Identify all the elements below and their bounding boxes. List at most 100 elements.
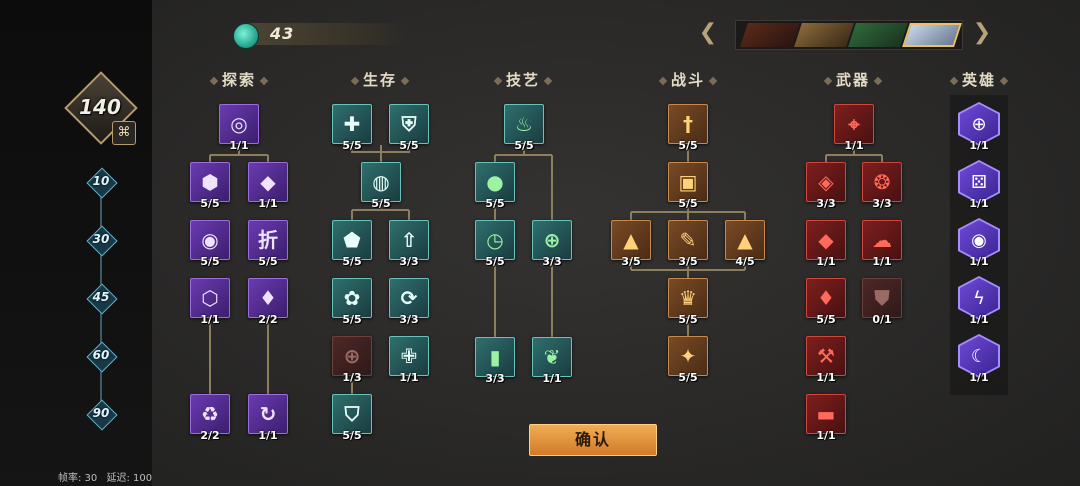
- node-combat-sword[interactable]: †: [668, 104, 708, 144]
- dice-icon: ⚄: [971, 171, 987, 193]
- node-explore-coin[interactable]: ⬢: [190, 162, 230, 202]
- rank-gem-icon: ♦: [817, 286, 835, 310]
- regen-orb-icon: ◍: [372, 170, 390, 194]
- gem-icon: [233, 23, 259, 49]
- pencil-bullet-icon: ✎: [679, 228, 697, 252]
- sword-icon: †: [683, 112, 693, 136]
- hero-portrait-4-selected[interactable]: [902, 23, 962, 47]
- column-header-craft: 技艺: [483, 69, 563, 90]
- recovery-icon: ⟳: [400, 286, 418, 310]
- vortex-icon: ◉: [971, 229, 987, 251]
- node-survival-medkit[interactable]: ⊕: [332, 336, 372, 376]
- crystal-icon: ♦: [259, 286, 277, 310]
- milestone-30[interactable]: 30: [86, 225, 118, 257]
- node-combat-crown[interactable]: ♛: [668, 278, 708, 318]
- pouch-icon: ◆: [260, 170, 276, 194]
- node-combat-bullet-alt[interactable]: ▲: [725, 220, 765, 260]
- emblem-icon[interactable]: ⌘: [112, 121, 136, 145]
- latency-label: 延迟: 100: [106, 473, 153, 484]
- milestone-90[interactable]: 90: [86, 399, 118, 431]
- node-weapon-cloud[interactable]: ☁: [862, 220, 902, 260]
- hammer-icon: ⚒: [817, 344, 835, 368]
- dragon-icon: ❂: [873, 170, 891, 194]
- left-panel: [0, 0, 152, 486]
- hero-portrait-strip: [735, 20, 963, 50]
- node-explore-swirl[interactable]: ◎: [219, 104, 259, 144]
- cape-icon: ⛉: [344, 402, 360, 426]
- node-explore-recycle[interactable]: ♻: [190, 394, 230, 434]
- ruby-icon: ◆: [818, 228, 834, 252]
- hero-portrait-2[interactable]: [794, 23, 854, 47]
- coin-glow-icon: ⬡: [201, 286, 219, 310]
- column-header-hero: 英雄: [939, 69, 1019, 90]
- column-header-survival: 生存: [340, 69, 420, 90]
- node-survival-shield[interactable]: ⬟: [332, 220, 372, 260]
- node-explore-crystal[interactable]: ♦: [248, 278, 288, 318]
- player-level: 140: [79, 95, 121, 119]
- coins-stack-icon: ◉: [201, 228, 219, 252]
- fps-label: 帧率: 30: [58, 473, 98, 484]
- bomb-icon: ●: [486, 170, 504, 194]
- node-weapon-dragon[interactable]: ❂: [862, 162, 902, 202]
- turret-icon: ▬: [816, 402, 836, 426]
- node-weapon-hammer[interactable]: ⚒: [806, 336, 846, 376]
- prev-hero-arrow-icon[interactable]: ❮: [698, 20, 718, 45]
- node-explore-pouch[interactable]: ◆: [248, 162, 288, 202]
- node-explore-coin-glow[interactable]: ⬡: [190, 278, 230, 318]
- heal-ring-icon: ⊕: [543, 228, 561, 252]
- shield-icon: ⬟: [343, 228, 361, 252]
- recycle-icon: ♻: [201, 402, 219, 426]
- confirm-button[interactable]: 确认: [529, 424, 657, 456]
- flame-icon: ♨: [515, 112, 533, 136]
- node-survival-regen[interactable]: ◍: [361, 162, 401, 202]
- node-explore-refresh[interactable]: ↻: [248, 394, 288, 434]
- coin-icon: ⬢: [201, 170, 219, 194]
- node-survival-health[interactable]: ✚: [332, 104, 372, 144]
- node-survival-upgrade[interactable]: ⇧: [389, 220, 429, 260]
- node-explore-discount[interactable]: 折: [248, 220, 288, 260]
- next-hero-arrow-icon[interactable]: ❯: [972, 20, 992, 45]
- milestone-10[interactable]: 10: [86, 167, 118, 199]
- node-craft-timer[interactable]: ◷: [475, 220, 515, 260]
- timer-icon: ◷: [486, 228, 504, 252]
- medkit-icon: ⊕: [343, 344, 361, 368]
- scroll-icon: ▮: [489, 345, 501, 369]
- node-survival-recovery[interactable]: ⟳: [389, 278, 429, 318]
- node-weapon-crosshair[interactable]: ⌖: [834, 104, 874, 144]
- heal-cross-icon: ✙: [400, 344, 418, 368]
- node-combat-chest[interactable]: ▣: [668, 162, 708, 202]
- node-combat-starburst[interactable]: ✦: [668, 336, 708, 376]
- node-weapon-gem-shard[interactable]: ◈: [806, 162, 846, 202]
- swirl-icon: ◎: [230, 112, 248, 136]
- column-header-combat: 战斗: [648, 69, 728, 90]
- node-weapon-ruby[interactable]: ◆: [806, 220, 846, 260]
- hero-portrait-3[interactable]: [848, 23, 908, 47]
- column-header-weapon: 武器: [813, 69, 893, 90]
- gem-shard-icon: ◈: [818, 170, 834, 194]
- node-weapon-turret[interactable]: ▬: [806, 394, 846, 434]
- discount-icon: 折: [258, 228, 278, 252]
- bullet-icon: ▲: [623, 228, 639, 252]
- node-combat-bullet[interactable]: ▲: [611, 220, 651, 260]
- refresh-icon: ↻: [259, 402, 277, 426]
- cloud-icon: ☁: [872, 228, 892, 252]
- node-craft-flame[interactable]: ♨: [504, 104, 544, 144]
- currency-amount: 43: [270, 24, 295, 43]
- armor-icon: ⛨: [401, 112, 417, 136]
- node-survival-armor[interactable]: ⛨: [389, 104, 429, 144]
- node-craft-leaves[interactable]: ❦: [532, 337, 572, 377]
- milestone-60[interactable]: 60: [86, 341, 118, 373]
- node-weapon-locked-shield[interactable]: ⛊: [862, 278, 902, 318]
- performance-stats: 帧率: 30 延迟: 100: [58, 469, 158, 484]
- node-survival-wind[interactable]: ✿: [332, 278, 372, 318]
- node-survival-cape[interactable]: ⛉: [332, 394, 372, 434]
- node-craft-bomb[interactable]: ●: [475, 162, 515, 202]
- milestone-45[interactable]: 45: [86, 283, 118, 315]
- node-craft-scroll[interactable]: ▮: [475, 337, 515, 377]
- node-explore-coins[interactable]: ◉: [190, 220, 230, 260]
- node-survival-heal[interactable]: ✙: [389, 336, 429, 376]
- hero-portrait-1[interactable]: [740, 23, 800, 47]
- node-craft-heal-ring[interactable]: ⊕: [532, 220, 572, 260]
- node-weapon-rank-gem[interactable]: ♦: [806, 278, 846, 318]
- node-combat-pencil-bullet[interactable]: ✎: [668, 220, 708, 260]
